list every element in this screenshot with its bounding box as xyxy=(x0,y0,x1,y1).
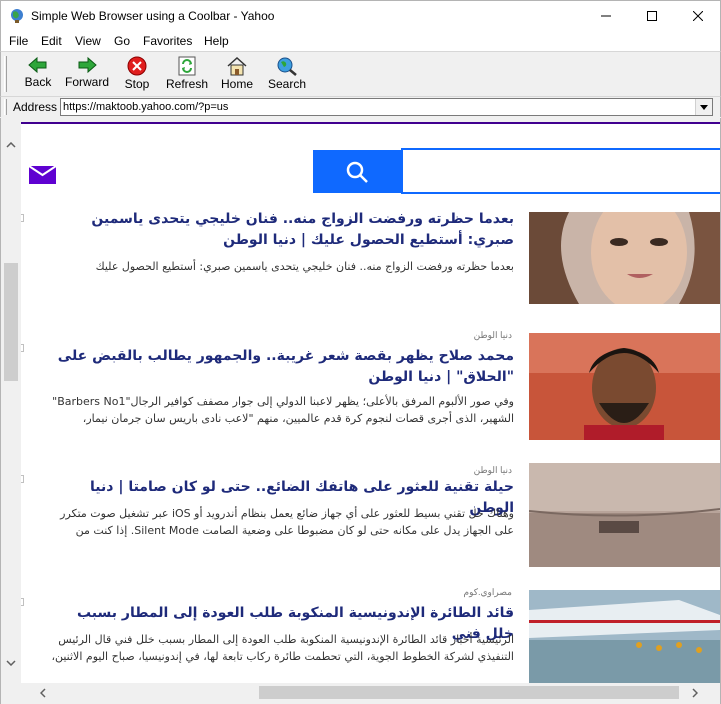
chevron-left-icon xyxy=(40,687,46,698)
back-button[interactable]: Back xyxy=(12,54,64,94)
article-bullet xyxy=(21,598,24,606)
search-globe-icon xyxy=(277,57,297,76)
minimize-button[interactable] xyxy=(583,1,629,31)
home-button[interactable]: Home xyxy=(211,54,263,94)
title-bar: Simple Web Browser using a Coolbar - Yah… xyxy=(0,0,721,31)
forward-button[interactable]: Forward xyxy=(61,54,113,94)
article-thumbnail[interactable] xyxy=(529,333,720,440)
menu-file[interactable]: File xyxy=(9,34,28,48)
maximize-button[interactable] xyxy=(629,1,675,31)
chevron-down-icon xyxy=(6,660,16,666)
menu-help[interactable]: Help xyxy=(204,34,229,48)
refresh-icon xyxy=(178,56,196,76)
search-label: Search xyxy=(267,77,307,91)
article-item[interactable]: بعدما حظرته ورفضت الزواج منه.. فنان خليج… xyxy=(21,209,720,321)
article-bullet xyxy=(21,344,24,352)
stop-label: Stop xyxy=(124,77,150,91)
home-icon xyxy=(227,56,247,76)
chevron-down-icon xyxy=(700,104,708,110)
horizontal-scrollbar[interactable] xyxy=(21,683,720,702)
article-summary: وفي صور الألبوم المرفق بالأعلى؛ يظهر لاع… xyxy=(52,395,514,425)
stop-button[interactable]: Stop xyxy=(111,54,163,94)
chevron-up-icon xyxy=(6,142,16,148)
refresh-label: Refresh xyxy=(165,77,209,91)
web-page: بعدما حظرته ورفضت الزواج منه.. فنان خليج… xyxy=(21,124,720,683)
scroll-down-button[interactable] xyxy=(1,653,21,673)
toolbar: Back Forward Stop Refresh Home Search xyxy=(0,51,721,96)
address-input[interactable] xyxy=(63,99,693,115)
address-label: Address xyxy=(13,100,58,114)
close-icon xyxy=(693,11,703,21)
article-item[interactable]: دنيا الوطن محمد صلاح يظهر بقصة شعر غريبة… xyxy=(21,330,720,444)
search-field[interactable] xyxy=(403,150,720,192)
article-source: دنيا الوطن xyxy=(473,465,512,475)
article-summary: الرئيسية أخبار قائد الطائرة الإندونيسية … xyxy=(51,633,514,663)
home-label: Home xyxy=(220,77,253,91)
close-button[interactable] xyxy=(675,1,721,31)
maximize-icon xyxy=(647,11,657,21)
article-source: دنيا الوطن xyxy=(473,330,512,340)
article-summary: بعدما حظرته ورفضت الزواج منه.. فنان خليج… xyxy=(95,260,514,273)
address-bar: Address xyxy=(0,96,721,117)
article-item[interactable]: دنيا الوطن حيلة تقنية للعثور على هاتفك ا… xyxy=(21,463,720,577)
minimize-icon xyxy=(601,15,611,17)
menu-edit[interactable]: Edit xyxy=(41,34,62,48)
app-globe-icon xyxy=(11,9,23,23)
stop-icon xyxy=(127,56,147,76)
browser-view: بعدما حظرته ورفضت الزواج منه.. فنان خليج… xyxy=(0,118,721,704)
article-bullet xyxy=(21,214,24,222)
menu-favorites[interactable]: Favorites xyxy=(143,34,192,48)
article-thumbnail[interactable] xyxy=(529,463,720,567)
vertical-scrollbar[interactable] xyxy=(1,118,21,683)
toolbar-grip[interactable] xyxy=(4,56,7,92)
chevron-right-icon xyxy=(692,687,698,698)
page-search-input[interactable] xyxy=(401,148,720,194)
article-summary: وهناك حل تقني بسيط للعثور على أي جهاز ضا… xyxy=(60,507,514,537)
refresh-button[interactable]: Refresh xyxy=(161,54,213,94)
forward-label: Forward xyxy=(64,75,109,89)
address-grip[interactable] xyxy=(4,99,7,115)
address-dropdown-button[interactable] xyxy=(695,99,712,115)
article-thumbnail[interactable] xyxy=(529,212,720,304)
scroll-up-button[interactable] xyxy=(1,135,21,155)
search-button[interactable]: Search xyxy=(261,54,313,94)
page-search-button[interactable] xyxy=(313,150,401,193)
scroll-right-button[interactable] xyxy=(685,683,705,702)
menu-go[interactable]: Go xyxy=(114,34,130,48)
article-headline[interactable]: محمد صلاح يظهر بقصة شعر غريبة.. والجمهور… xyxy=(54,346,514,388)
scroll-left-button[interactable] xyxy=(33,683,53,702)
article-headline[interactable]: بعدما حظرته ورفضت الزواج منه.. فنان خليج… xyxy=(54,209,514,251)
article-bullet xyxy=(21,475,24,483)
forward-arrow-icon xyxy=(78,56,97,74)
window-title: Simple Web Browser using a Coolbar - Yah… xyxy=(31,9,275,23)
mail-icon[interactable] xyxy=(29,166,56,184)
menu-bar: File Edit View Go Favorites Help xyxy=(0,31,721,51)
back-label: Back xyxy=(24,75,52,89)
vertical-scroll-thumb[interactable] xyxy=(4,263,18,381)
back-arrow-icon xyxy=(28,56,47,74)
article-source: مصراوي.كوم xyxy=(463,587,513,597)
horizontal-scroll-thumb[interactable] xyxy=(259,686,679,699)
search-icon xyxy=(346,161,368,183)
menu-view[interactable]: View xyxy=(75,34,101,48)
address-combobox[interactable] xyxy=(60,98,713,116)
article-item[interactable]: مصراوي.كوم قائد الطائرة الإندونيسية المن… xyxy=(21,587,720,683)
article-thumbnail[interactable] xyxy=(529,590,720,683)
